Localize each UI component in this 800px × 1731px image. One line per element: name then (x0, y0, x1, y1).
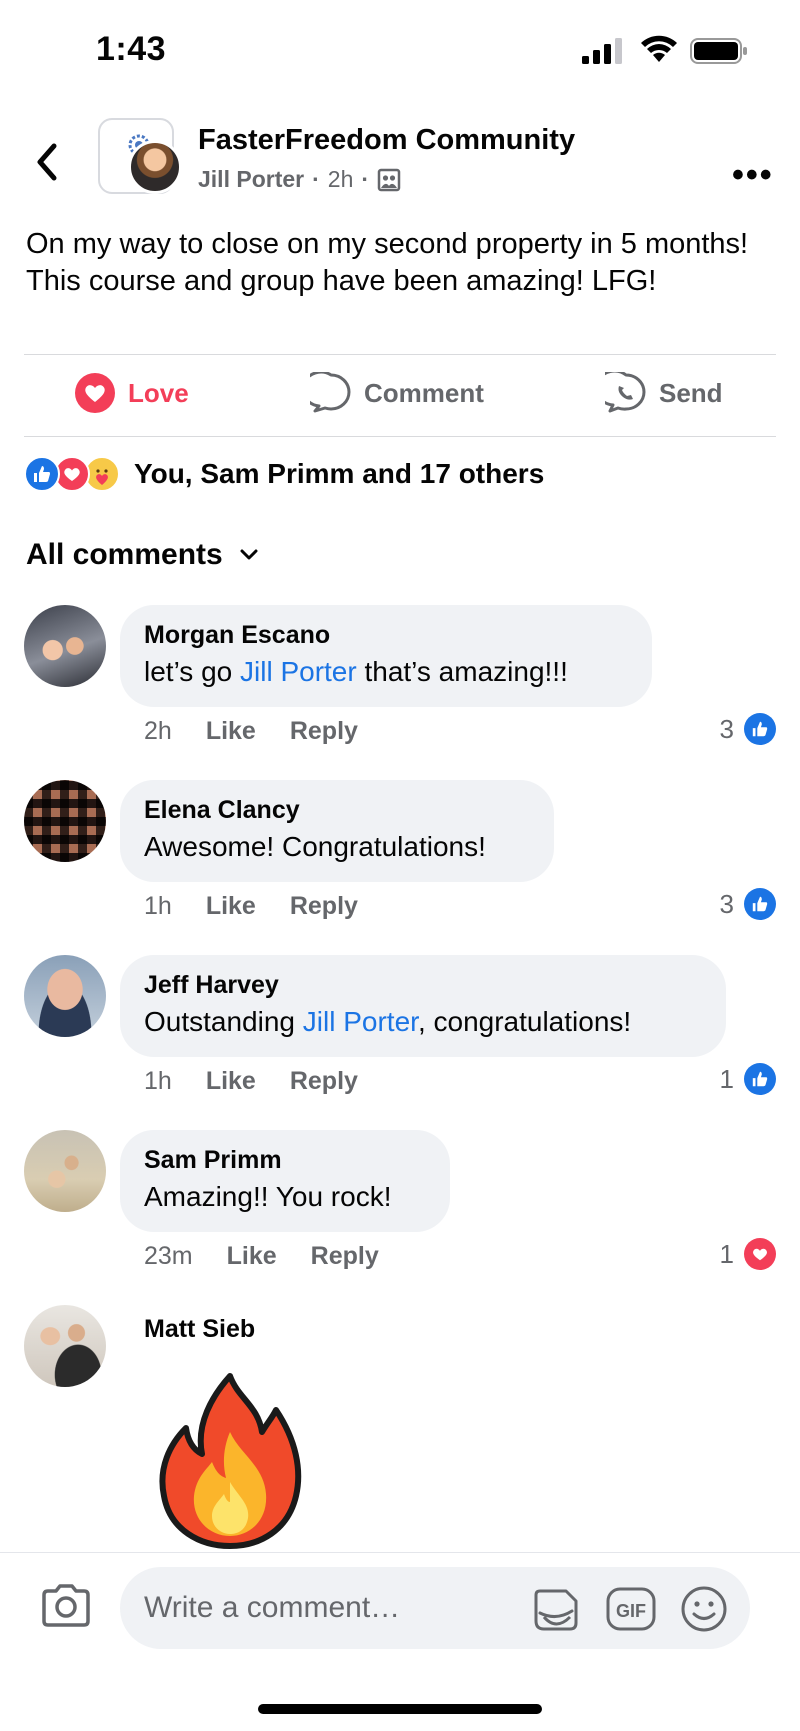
love-badge-icon (744, 1238, 776, 1270)
like-link[interactable]: Like (206, 892, 256, 921)
comment-button[interactable]: Comment (310, 372, 800, 414)
divider (24, 354, 776, 355)
like-link[interactable]: Like (206, 1067, 256, 1096)
commenter-name[interactable]: Jeff Harvey (144, 971, 700, 1000)
comments-filter-label: All comments (26, 538, 223, 571)
comments-filter[interactable]: All comments (26, 538, 259, 572)
comment-bubble[interactable]: Morgan Escano let’s go Jill Porter that’… (120, 605, 652, 707)
battery-icon (690, 38, 747, 64)
mention-link[interactable]: Jill Porter (240, 656, 357, 687)
mention-link[interactable]: Jill Porter (303, 1006, 418, 1037)
commenter-name[interactable]: Sam Primm (144, 1146, 424, 1175)
reaction-summary[interactable]: You, Sam Primm and 17 others (24, 456, 544, 492)
home-indicator[interactable] (258, 1704, 542, 1714)
comment-reaction-count[interactable]: 1 (720, 1063, 776, 1095)
cellular-signal-icon (582, 38, 622, 64)
meta-separator-2: · (361, 166, 370, 192)
comment-bubble[interactable]: Elena Clancy Awesome! Congratulations! (120, 780, 554, 882)
comment-text: Outstanding Jill Porter, congratulations… (144, 1006, 632, 1037)
fire-emoji-icon[interactable] (150, 1370, 310, 1550)
svg-text:GIF: GIF (616, 1601, 646, 1621)
reaction-count: 1 (719, 1063, 734, 1094)
reply-link[interactable]: Reply (290, 1067, 358, 1096)
reply-link[interactable]: Reply (311, 1242, 379, 1271)
more-options-icon[interactable]: ••• (732, 156, 774, 195)
back-arrow-icon[interactable] (32, 140, 62, 184)
comment-composer: Write a comment… GIF (0, 1552, 800, 1662)
gif-icon[interactable]: GIF (606, 1587, 656, 1631)
comment-meta: 23m Like Reply (144, 1242, 379, 1271)
post-action-bar: Love Comment Send (0, 356, 800, 436)
like-badge-icon (744, 713, 776, 745)
post-time[interactable]: 2h (328, 166, 354, 193)
divider (24, 436, 776, 437)
love-reaction-icon (75, 373, 115, 413)
author-name[interactable]: Jill Porter (198, 166, 304, 193)
reaction-count: 3 (719, 888, 734, 919)
camera-icon[interactable] (40, 1583, 92, 1629)
reaction-summary-text: You, Sam Primm and 17 others (134, 458, 545, 489)
comment-input[interactable]: Write a comment… GIF (120, 1567, 750, 1649)
commenter-avatar[interactable] (24, 605, 106, 687)
comment-time[interactable]: 1h (144, 1067, 172, 1096)
commenter-name[interactable]: Morgan Escano (144, 621, 626, 650)
comment-time[interactable]: 23m (144, 1242, 193, 1271)
meta-separator: · (312, 166, 320, 192)
commenter-name[interactable]: Matt Sieb (144, 1315, 255, 1344)
comment-time[interactable]: 1h (144, 892, 172, 921)
comment-reaction-count[interactable]: 3 (720, 713, 776, 745)
comment-bubble[interactable]: Jeff Harvey Outstanding Jill Porter, con… (120, 955, 726, 1057)
love-button[interactable]: Love (74, 372, 189, 414)
commenter-name[interactable]: Elena Clancy (144, 796, 528, 825)
send-button[interactable]: Send (605, 372, 723, 414)
group-privacy-icon (377, 168, 401, 191)
wifi-icon (641, 35, 677, 62)
author-avatar[interactable] (128, 140, 182, 194)
status-bar: 1:43 (0, 0, 800, 100)
commenter-avatar[interactable] (24, 1130, 106, 1212)
comment-meta: 2h Like Reply (144, 717, 358, 746)
reply-link[interactable]: Reply (290, 892, 358, 921)
like-badge-icon (744, 1063, 776, 1095)
group-name[interactable]: FasterFreedom Community (198, 124, 575, 157)
emoji-icon[interactable] (680, 1585, 728, 1633)
commenter-avatar[interactable] (24, 955, 106, 1037)
like-reaction-icon (24, 456, 60, 492)
like-badge-icon (744, 888, 776, 920)
chevron-down-icon (240, 549, 258, 560)
comment-placeholder: Write a comment… (144, 1591, 401, 1624)
comment-text: let’s go Jill Porter that’s amazing!!! (144, 656, 568, 687)
comment-text: Awesome! Congratulations! (144, 831, 486, 862)
send-label: Send (659, 377, 723, 408)
sticker-icon[interactable] (530, 1587, 580, 1633)
like-link[interactable]: Like (206, 717, 256, 746)
comment-reaction-count[interactable]: 1 (720, 1238, 776, 1270)
comment-bubble[interactable]: Sam Primm Amazing!! You rock! (120, 1130, 450, 1232)
comment-time[interactable]: 2h (144, 717, 172, 746)
comment-meta: 1h Like Reply (144, 1067, 358, 1096)
comment-reaction-count[interactable]: 3 (720, 888, 776, 920)
messenger-send-icon (605, 372, 646, 413)
comment-bubble-icon (310, 372, 351, 413)
post-meta: Jill Porter · 2h · (198, 166, 401, 193)
like-link[interactable]: Like (227, 1242, 277, 1271)
comment-label: Comment (364, 377, 484, 408)
reaction-icons (24, 456, 124, 492)
reaction-count: 3 (719, 713, 734, 744)
reaction-count: 1 (719, 1238, 734, 1269)
comment-meta: 1h Like Reply (144, 892, 358, 921)
status-time: 1:43 (96, 30, 167, 68)
love-label: Love (128, 377, 189, 408)
commenter-avatar[interactable] (24, 1305, 106, 1387)
commenter-avatar[interactable] (24, 780, 106, 862)
post-text: On my way to close on my second property… (26, 228, 749, 297)
comment-text: Amazing!! You rock! (144, 1181, 392, 1212)
post-header: FasterFreedom Community Jill Porter · 2h… (0, 110, 800, 210)
reply-link[interactable]: Reply (290, 717, 358, 746)
